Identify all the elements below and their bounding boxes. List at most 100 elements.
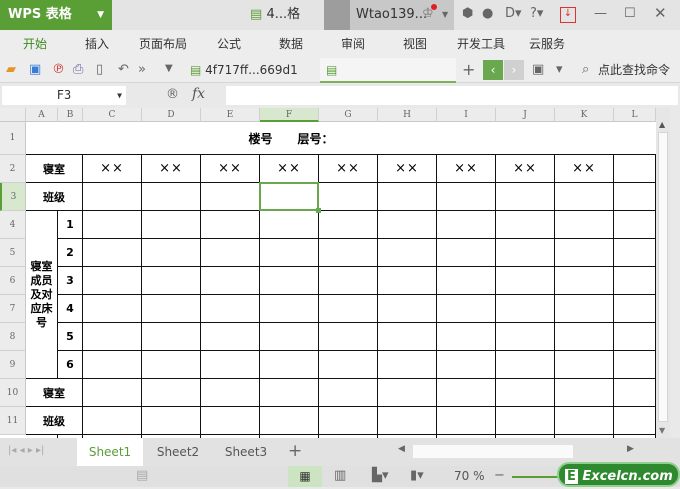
dorm-cell[interactable]: ××	[201, 155, 260, 183]
menu-cloud[interactable]: 云服务	[529, 30, 565, 58]
member-cell[interactable]	[83, 295, 142, 323]
member-cell[interactable]	[83, 351, 142, 379]
member-cell[interactable]	[614, 323, 656, 351]
label-class[interactable]: 班级	[26, 183, 83, 211]
member-cell[interactable]	[83, 239, 142, 267]
member-cell[interactable]	[555, 239, 614, 267]
label-dorm-2[interactable]: 寝室	[26, 379, 83, 407]
member-cell[interactable]	[201, 323, 260, 351]
member-cell[interactable]	[201, 295, 260, 323]
column-header-D[interactable]: D	[142, 108, 201, 122]
bed-number[interactable]: 1	[58, 211, 83, 239]
menu-review[interactable]: 审阅	[341, 30, 365, 58]
add-sheet-icon[interactable]: +	[288, 441, 302, 461]
column-header-H[interactable]: H	[378, 108, 437, 122]
dropdown-icon[interactable]: ▾	[556, 62, 563, 77]
zoom-out-icon[interactable]: −	[494, 468, 505, 483]
sheet-tab-1[interactable]: Sheet1	[77, 438, 143, 466]
dorm-cell[interactable]	[83, 379, 142, 407]
member-cell[interactable]	[319, 211, 378, 239]
dorm-cell[interactable]	[201, 379, 260, 407]
chevron-down-icon[interactable]: ▼	[117, 86, 122, 105]
chevron-down-icon[interactable]: ▼	[442, 10, 448, 19]
class-cell[interactable]	[437, 407, 496, 435]
member-cell[interactable]	[496, 323, 555, 351]
page-break-view-icon[interactable]: ▥	[334, 468, 346, 483]
title-cell[interactable]: 楼号 层号：	[26, 122, 656, 155]
member-cell[interactable]	[319, 267, 378, 295]
member-cell[interactable]	[319, 295, 378, 323]
class-cell[interactable]	[319, 407, 378, 435]
member-cell[interactable]	[496, 295, 555, 323]
menu-data[interactable]: 数据	[279, 30, 303, 58]
dorm-cell[interactable]: ××	[260, 155, 319, 183]
dorm-cell[interactable]: ××	[437, 155, 496, 183]
scroll-down-icon[interactable]: ▼	[659, 426, 665, 435]
undo-icon[interactable]: ↶	[118, 62, 129, 77]
class-cell[interactable]	[83, 407, 142, 435]
member-cell[interactable]	[614, 239, 656, 267]
class-cell[interactable]	[378, 407, 437, 435]
member-cell[interactable]	[83, 211, 142, 239]
dorm-cell[interactable]: ××	[83, 155, 142, 183]
bed-number[interactable]: 4	[58, 295, 83, 323]
class-cell[interactable]	[614, 407, 656, 435]
search-icon[interactable]: ⌕	[582, 62, 589, 77]
member-cell[interactable]	[260, 323, 319, 351]
menu-insert[interactable]: 插入	[85, 30, 109, 58]
member-cell[interactable]	[378, 351, 437, 379]
menu-developer[interactable]: 开发工具	[457, 30, 505, 58]
scroll-right-icon[interactable]: ▶	[627, 444, 634, 454]
member-cell[interactable]	[555, 211, 614, 239]
member-cell[interactable]	[201, 267, 260, 295]
member-cell[interactable]	[496, 239, 555, 267]
reading-mode-icon[interactable]: ▮▾	[410, 468, 424, 483]
class-cell[interactable]	[83, 183, 142, 211]
column-header-F[interactable]: F	[260, 108, 319, 122]
member-cell[interactable]	[319, 323, 378, 351]
print-icon[interactable]: ⎙	[73, 62, 83, 77]
menu-page-layout[interactable]: 页面布局	[139, 30, 187, 58]
row-header-9[interactable]: 9	[0, 351, 26, 379]
maximize-icon[interactable]: ☐	[624, 6, 636, 21]
dorm-cell[interactable]	[614, 155, 656, 183]
row-header-7[interactable]: 7	[0, 295, 26, 323]
row-header-3[interactable]: 3	[0, 183, 26, 211]
member-cell[interactable]	[142, 351, 201, 379]
bed-number[interactable]: 2	[58, 239, 83, 267]
member-cell[interactable]	[378, 295, 437, 323]
dorm-cell[interactable]	[614, 379, 656, 407]
class-cell[interactable]	[614, 183, 656, 211]
member-cell[interactable]	[496, 211, 555, 239]
formula-input[interactable]	[226, 86, 678, 105]
member-cell[interactable]	[496, 351, 555, 379]
member-cell[interactable]	[437, 351, 496, 379]
class-cell[interactable]	[201, 183, 260, 211]
row-header-2[interactable]: 2	[0, 155, 26, 183]
class-cell[interactable]	[260, 407, 319, 435]
member-cell[interactable]	[142, 267, 201, 295]
column-header-A[interactable]: A	[26, 108, 58, 122]
normal-view-icon[interactable]: ▦	[288, 466, 322, 487]
label-class-2[interactable]: 班级	[26, 407, 83, 435]
class-cell[interactable]	[142, 183, 201, 211]
vertical-scrollbar[interactable]: ▲ ▼	[656, 108, 670, 438]
column-header-J[interactable]: J	[496, 108, 555, 122]
user-account[interactable]: Wtao139... ♔ ▼	[324, 0, 454, 30]
class-cell[interactable]	[319, 183, 378, 211]
member-cell[interactable]	[378, 267, 437, 295]
app-menu-button[interactable]: WPS 表格 ▼	[0, 0, 112, 30]
bed-number[interactable]: 5	[58, 323, 83, 351]
download-icon[interactable]: ↓	[560, 7, 576, 23]
member-cell[interactable]	[260, 239, 319, 267]
fill-handle[interactable]	[316, 208, 321, 213]
member-cell[interactable]	[437, 267, 496, 295]
member-cell[interactable]	[260, 295, 319, 323]
help-icon[interactable]: ?▾	[530, 6, 543, 21]
close-icon[interactable]: ✕	[654, 4, 667, 22]
member-cell[interactable]	[319, 351, 378, 379]
new-tab-icon[interactable]: +	[462, 60, 475, 79]
menu-view[interactable]: 视图	[403, 30, 427, 58]
member-cell[interactable]	[201, 351, 260, 379]
member-cell[interactable]	[260, 267, 319, 295]
